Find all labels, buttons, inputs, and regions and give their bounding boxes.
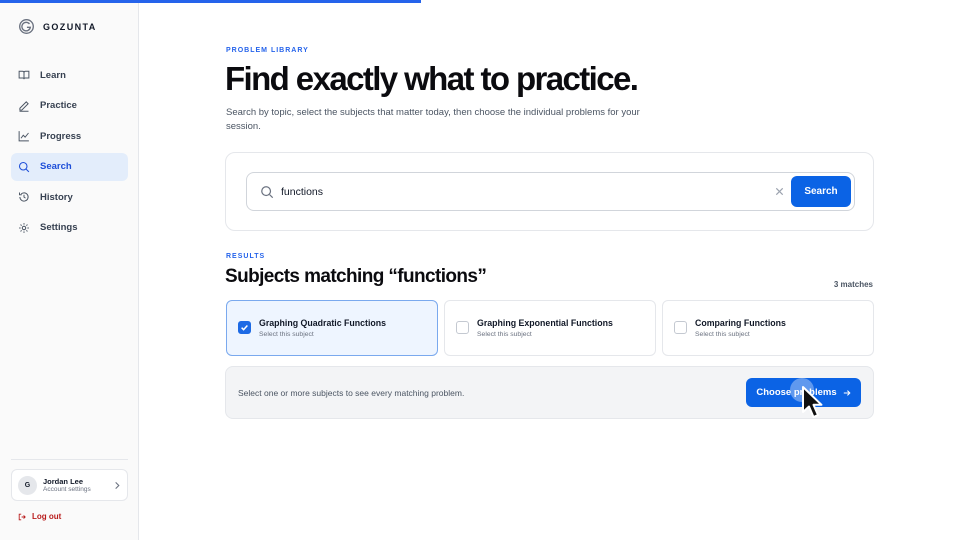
sidebar-item-label: Practice	[40, 100, 77, 112]
subject-title: Graphing Quadratic Functions	[259, 318, 387, 328]
results-title: Subjects matching “functions”	[225, 266, 487, 287]
history-icon	[19, 192, 29, 202]
logout-label: Log out	[32, 512, 62, 521]
sidebar-item-history[interactable]: History	[11, 183, 128, 211]
action-bar: Select one or more subjects to see every…	[225, 366, 874, 419]
avatar: G	[18, 475, 37, 495]
search-input[interactable]	[281, 174, 761, 209]
sidebar-item-settings[interactable]: Settings	[11, 214, 128, 242]
sidebar-item-label: Settings	[40, 222, 78, 234]
subject-subtitle: Select this subject	[259, 331, 314, 338]
subject-subtitle: Select this subject	[695, 331, 750, 338]
subject-card-comparing-functions[interactable]: Comparing Functions Select this subject	[662, 300, 874, 356]
sidebar-item-progress[interactable]: Progress	[11, 122, 128, 150]
brand[interactable]: GOZUNTA	[18, 18, 97, 35]
sidebar-item-label: Search	[40, 161, 72, 173]
sidebar-divider	[11, 459, 128, 460]
user-name: Jordan Lee	[43, 476, 84, 486]
chart-icon	[18, 131, 29, 142]
book-icon	[18, 70, 30, 80]
search-icon	[18, 161, 30, 173]
subject-checkbox[interactable]	[238, 321, 251, 334]
search-panel: Search	[225, 152, 874, 231]
subject-card-graphing-exponential-functions[interactable]: Graphing Exponential Functions Select th…	[444, 300, 656, 356]
sidebar-item-label: Learn	[40, 69, 66, 81]
sidebar-nav: Learn Practice Progress Search History S…	[11, 61, 128, 245]
subject-title: Comparing Functions	[695, 318, 786, 328]
account-card[interactable]: G Jordan Lee Account settings	[11, 469, 128, 501]
sidebar-item-label: Progress	[40, 130, 82, 142]
subject-checkbox[interactable]	[456, 321, 469, 334]
page-description: Search by topic, select the subjects tha…	[226, 107, 640, 132]
gear-icon	[19, 223, 29, 233]
logo-icon	[19, 19, 34, 34]
subject-card-graphing-quadratic-functions[interactable]: Graphing Quadratic Functions Select this…	[226, 300, 438, 356]
search-button[interactable]: Search	[791, 176, 851, 207]
page-eyebrow: PROBLEM LIBRARY	[226, 47, 309, 54]
sidebar-item-learn[interactable]: Learn	[11, 61, 128, 89]
sidebar-item-search[interactable]: Search	[11, 152, 128, 181]
search-icon	[261, 186, 274, 199]
chevron-right-icon	[115, 481, 120, 490]
results-eyebrow: RESULTS	[226, 253, 266, 260]
subject-title: Graphing Exponential Functions	[477, 318, 613, 328]
account-settings-label: Account settings	[43, 485, 91, 493]
check-icon	[241, 325, 248, 331]
sidebar: GOZUNTA Learn Practice Progress Search H…	[0, 0, 139, 540]
action-hint: Select one or more subjects to see every…	[238, 388, 465, 398]
page-loading-bar	[0, 0, 421, 3]
pencil-icon	[19, 100, 29, 112]
logout-link[interactable]: Log out	[18, 512, 61, 521]
arrow-right-icon	[843, 389, 851, 396]
sidebar-item-label: History	[40, 191, 73, 203]
clear-search-icon[interactable]	[774, 186, 785, 197]
user-meta: Jordan Lee Account settings	[43, 477, 91, 494]
search-box: Search	[246, 172, 855, 211]
brand-name: GOZUNTA	[43, 21, 97, 32]
logout-icon	[18, 513, 26, 520]
match-count: 3 matches	[833, 280, 873, 289]
subject-subtitle: Select this subject	[477, 331, 532, 338]
page-title: Find exactly what to practice.	[225, 60, 639, 97]
mouse-cursor-icon	[802, 386, 823, 418]
subject-checkbox[interactable]	[674, 321, 687, 334]
sidebar-item-practice[interactable]: Practice	[11, 92, 128, 120]
